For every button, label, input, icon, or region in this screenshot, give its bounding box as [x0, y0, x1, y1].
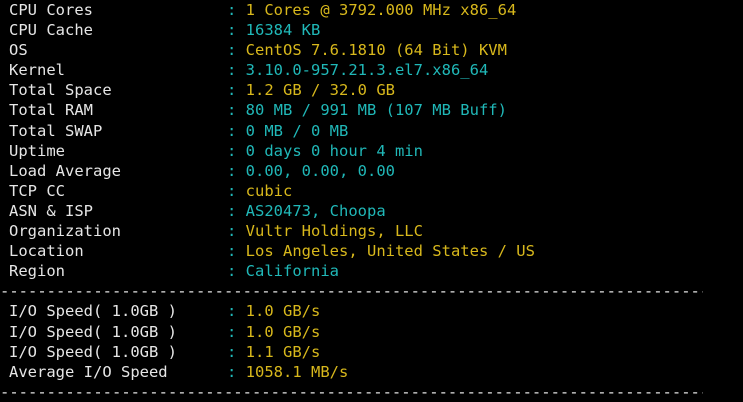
info-value: 3.10.0-957.21.3.el7.x86_64 — [245, 61, 489, 80]
info-value: Vultr Holdings, LLC — [245, 222, 423, 241]
terminal-window[interactable]: CPU Cores: 1 Cores @ 3792.000 MHz x86_64… — [0, 0, 743, 401]
info-row: Region: California — [9, 261, 743, 281]
info-separator: : — [227, 242, 246, 261]
info-value: 1.0 GB/s — [245, 302, 321, 321]
info-label: OS — [9, 41, 28, 60]
info-row: Kernel: 3.10.0-957.21.3.el7.x86_64 — [9, 60, 743, 80]
info-label: Load Average — [9, 161, 121, 180]
info-separator: : — [227, 322, 246, 341]
info-separator: : — [227, 21, 246, 40]
info-value: cubic — [245, 181, 293, 200]
info-label: TCP CC — [9, 181, 65, 200]
info-value: AS20473, Choopa — [245, 201, 386, 220]
info-value: 1.0 GB/s — [245, 322, 321, 341]
info-separator: : — [227, 121, 246, 140]
info-value: 1058.1 MB/s — [245, 362, 349, 381]
info-label: Uptime — [9, 141, 65, 160]
info-separator: : — [227, 101, 246, 120]
info-label: Average I/O Speed — [9, 362, 168, 381]
info-label: Region — [9, 262, 65, 281]
info-label: CPU Cache — [9, 21, 93, 40]
info-row: CPU Cache: 16384 KB — [9, 20, 743, 40]
info-row: Average I/O Speed: 1058.1 MB/s — [9, 362, 743, 382]
info-separator: : — [227, 161, 246, 180]
info-label: I/O Speed( 1.0GB ) — [9, 342, 177, 361]
info-label: ASN & ISP — [9, 201, 93, 220]
info-row: Total Space: 1.2 GB / 32.0 GB — [9, 80, 743, 100]
system-info-block: CPU Cores: 1 Cores @ 3792.000 MHz x86_64… — [9, 0, 743, 281]
info-separator: : — [227, 302, 246, 321]
info-separator: : — [227, 222, 246, 241]
info-value: Los Angeles, United States / US — [245, 242, 535, 261]
info-label: Total RAM — [9, 101, 93, 120]
info-separator: : — [227, 262, 246, 281]
info-value: 1.1 GB/s — [245, 342, 321, 361]
info-row: TCP CC: cubic — [9, 181, 743, 201]
info-value: 0 MB / 0 MB — [245, 121, 349, 140]
info-separator: : — [227, 201, 246, 220]
info-row: ASN & ISP: AS20473, Choopa — [9, 201, 743, 221]
info-label: CPU Cores — [9, 1, 93, 19]
info-label: Total Space — [9, 81, 112, 100]
info-row: I/O Speed( 1.0GB ): 1.0 GB/s — [9, 322, 743, 342]
divider-line: ----------------------------------------… — [0, 382, 703, 401]
info-row: Location: Los Angeles, United States / U… — [9, 241, 743, 261]
info-row: I/O Speed( 1.0GB ): 1.1 GB/s — [9, 342, 743, 362]
info-row: OS: CentOS 7.6.1810 (64 Bit) KVM — [9, 40, 743, 60]
info-value: 1 Cores @ 3792.000 MHz x86_64 — [245, 1, 517, 19]
info-row: Organization: Vultr Holdings, LLC — [9, 221, 743, 241]
info-label: Organization — [9, 222, 121, 241]
info-separator: : — [227, 181, 246, 200]
info-value: California — [245, 262, 339, 281]
info-separator: : — [227, 61, 246, 80]
info-row: I/O Speed( 1.0GB ): 1.0 GB/s — [9, 301, 743, 321]
info-row: Load Average: 0.00, 0.00, 0.00 — [9, 161, 743, 181]
info-label: I/O Speed( 1.0GB ) — [9, 322, 177, 341]
info-value: 16384 KB — [245, 21, 321, 40]
info-row: Total SWAP: 0 MB / 0 MB — [9, 121, 743, 141]
info-row: Total RAM: 80 MB / 991 MB (107 MB Buff) — [9, 100, 743, 120]
info-value: 1.2 GB / 32.0 GB — [245, 81, 395, 100]
info-separator: : — [227, 362, 246, 381]
info-separator: : — [227, 342, 246, 361]
info-value: 0 days 0 hour 4 min — [245, 141, 423, 160]
info-row: CPU Cores: 1 Cores @ 3792.000 MHz x86_64 — [9, 0, 743, 20]
info-separator: : — [227, 81, 246, 100]
info-separator: : — [227, 41, 246, 60]
info-label: Kernel — [9, 61, 65, 80]
info-label: Location — [9, 242, 84, 261]
info-row: Uptime: 0 days 0 hour 4 min — [9, 141, 743, 161]
info-value: 0.00, 0.00, 0.00 — [245, 161, 395, 180]
info-label: Total SWAP — [9, 121, 103, 140]
info-separator: : — [227, 141, 246, 160]
divider-line: ----------------------------------------… — [0, 282, 703, 301]
info-separator: : — [227, 1, 246, 19]
io-speed-block: I/O Speed( 1.0GB ): 1.0 GB/s I/O Speed( 1… — [9, 301, 743, 381]
info-value: CentOS 7.6.1810 (64 Bit) KVM — [245, 41, 507, 60]
info-value: 80 MB / 991 MB (107 MB Buff) — [245, 101, 507, 120]
info-label: I/O Speed( 1.0GB ) — [9, 302, 177, 321]
